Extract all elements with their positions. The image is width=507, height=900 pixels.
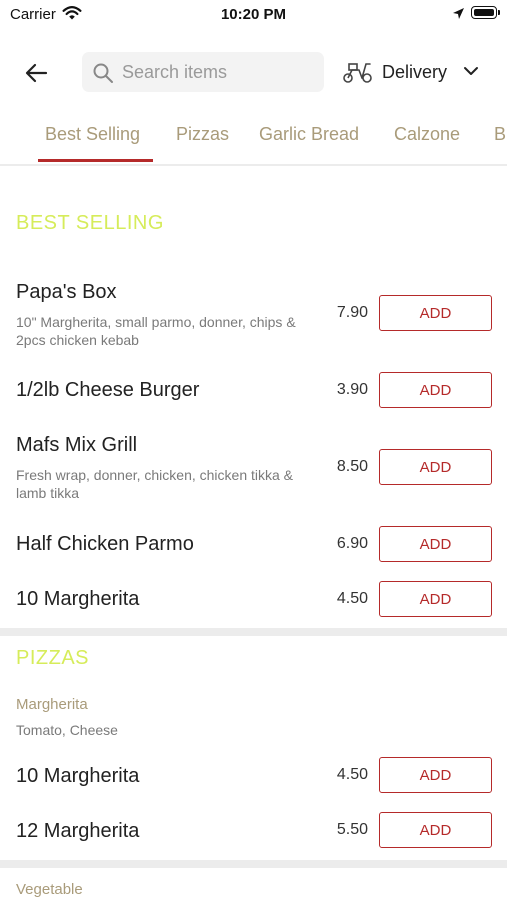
section-divider: [0, 628, 507, 636]
add-button[interactable]: ADD: [379, 757, 492, 793]
item-price: 6.90: [336, 535, 368, 552]
item-name: 1/2lb Cheese Burger: [16, 379, 200, 401]
item-name: 10 Margherita: [16, 588, 140, 610]
tab-pizzas[interactable]: Pizzas: [176, 124, 229, 145]
delivery-mode-selector[interactable]: Delivery: [342, 56, 492, 88]
header: Delivery: [0, 44, 507, 100]
subgroup-name: Margherita: [16, 696, 88, 713]
subgroup-description: Tomato, Cheese: [16, 722, 118, 738]
tab-more[interactable]: B: [494, 124, 506, 145]
item-name: 12 Margherita: [16, 820, 140, 842]
item-price: 8.50: [336, 458, 368, 475]
add-button[interactable]: ADD: [379, 526, 492, 562]
item-price: 4.50: [336, 590, 368, 607]
add-button[interactable]: ADD: [379, 449, 492, 485]
chevron-down-icon: [462, 64, 480, 83]
search-box[interactable]: [82, 52, 324, 92]
section-title-pizzas: PIZZAS: [16, 647, 90, 669]
section-divider: [0, 860, 507, 868]
delivery-label: Delivery: [382, 62, 448, 82]
add-button[interactable]: ADD: [379, 295, 492, 331]
section-title-best-selling: BEST SELLING: [16, 212, 164, 234]
item-name: Half Chicken Parmo: [16, 533, 194, 555]
back-arrow-icon[interactable]: [22, 58, 52, 88]
item-price: 5.50: [336, 821, 368, 838]
item-name: 10 Margherita: [16, 765, 140, 787]
add-button[interactable]: ADD: [379, 581, 492, 617]
scooter-icon: [342, 60, 374, 89]
add-button[interactable]: ADD: [379, 372, 492, 408]
active-tab-indicator: [38, 159, 153, 162]
item-price: 3.90: [336, 381, 368, 398]
battery-icon: [471, 6, 500, 19]
status-bar: Carrier 10:20 PM: [0, 0, 507, 30]
tab-best-selling[interactable]: Best Selling: [45, 124, 140, 145]
category-tabs: Best Selling Pizzas Garlic Bread Calzone…: [0, 112, 507, 166]
subgroup-name: Vegetable: [16, 881, 83, 898]
location-arrow-icon: [452, 7, 465, 25]
item-description: 10" Margherita, small parmo, donner, chi…: [16, 314, 296, 348]
item-name: Papa's Box: [16, 281, 117, 303]
tab-garlic-bread[interactable]: Garlic Bread: [259, 124, 359, 145]
tab-calzone[interactable]: Calzone: [394, 124, 460, 145]
search-icon: [92, 62, 114, 89]
item-name: Mafs Mix Grill: [16, 434, 138, 456]
add-button[interactable]: ADD: [379, 812, 492, 848]
item-price: 4.50: [336, 766, 368, 783]
search-input[interactable]: [122, 60, 312, 84]
item-price: 7.90: [336, 304, 368, 321]
clock: 10:20 PM: [220, 6, 287, 23]
item-description: Fresh wrap, donner, chicken, chicken tik…: [16, 467, 294, 501]
